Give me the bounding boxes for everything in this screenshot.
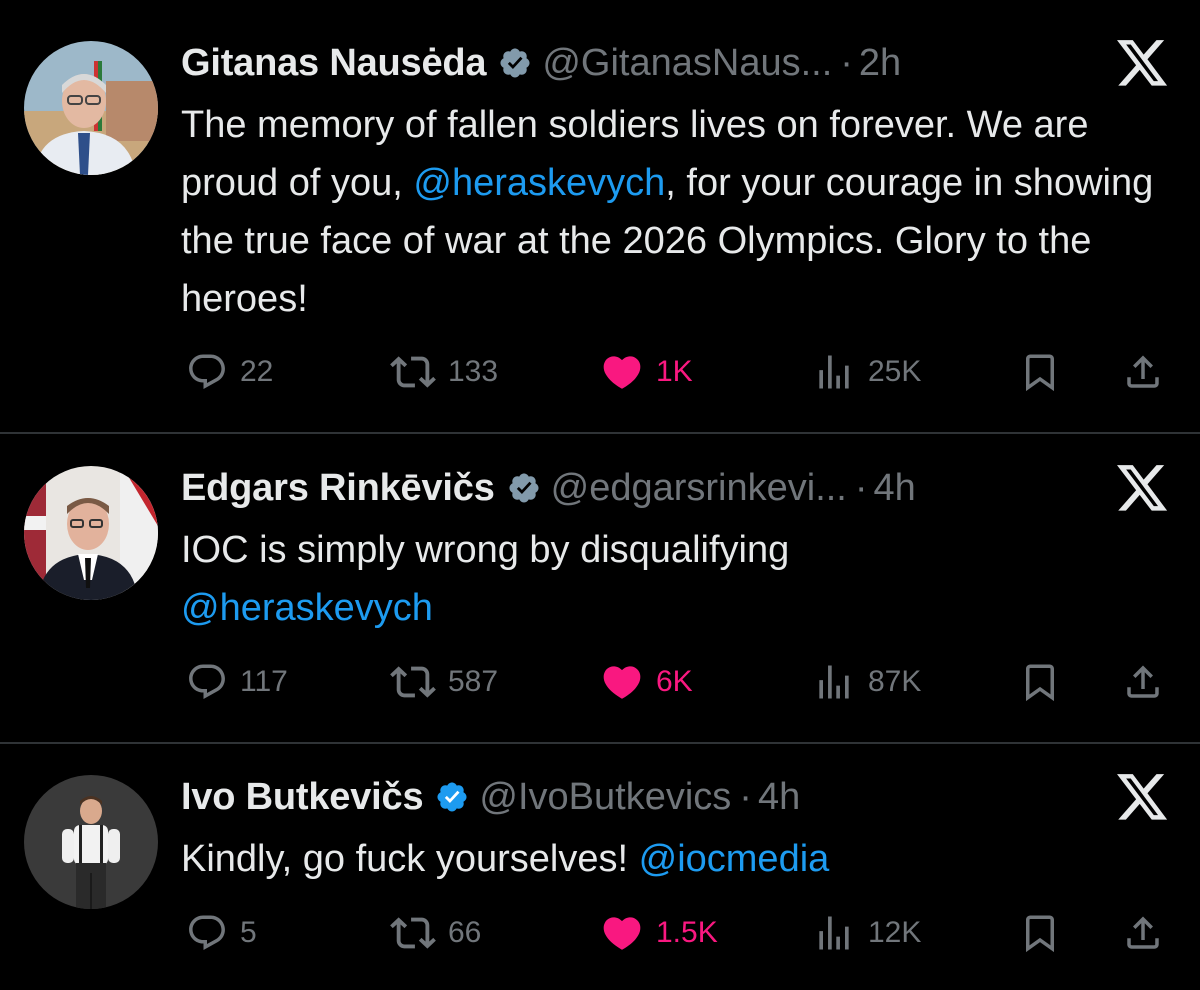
like-count: 1K xyxy=(656,355,693,388)
verified-badge-icon xyxy=(500,48,530,78)
repost-icon xyxy=(390,356,436,388)
x-logo-icon xyxy=(1117,774,1168,820)
reply-button[interactable]: 117 xyxy=(186,659,288,705)
divider xyxy=(0,432,1200,434)
tweet-text: IOC is simply wrong by disqualifying @he… xyxy=(181,521,941,637)
tweet-text-segment: IOC is simply wrong by disqualifying xyxy=(181,529,790,571)
reply-count: 5 xyxy=(240,916,257,949)
views-button[interactable]: 25K xyxy=(812,349,921,395)
reply-button[interactable]: 22 xyxy=(186,349,273,395)
separator-dot: · xyxy=(840,41,853,84)
action-bar: 117 587 6K 87K xyxy=(0,659,1200,705)
repost-button[interactable]: 66 xyxy=(390,910,481,956)
views-count: 87K xyxy=(868,665,922,698)
reply-button[interactable]: 5 xyxy=(186,910,257,956)
like-count: 1.5K xyxy=(656,916,718,949)
verified-badge-icon xyxy=(509,473,539,503)
share-icon xyxy=(1127,916,1159,949)
author-name[interactable]: Edgars Rinkēvičs xyxy=(181,467,495,510)
mention-link[interactable]: @iocmedia xyxy=(639,838,830,880)
reply-icon xyxy=(189,354,225,389)
share-icon xyxy=(1127,665,1159,698)
x-logo-icon xyxy=(1117,40,1168,86)
avatar[interactable] xyxy=(24,41,158,175)
bookmark-icon xyxy=(1026,915,1054,953)
author-name[interactable]: Gitanas Nausėda xyxy=(181,42,487,85)
separator-dot: · xyxy=(739,775,752,818)
reply-icon xyxy=(189,664,225,699)
tweet-text: Kindly, go fuck yourselves! @iocmedia xyxy=(181,830,1181,888)
repost-count: 133 xyxy=(448,355,499,388)
repost-icon xyxy=(390,917,436,949)
author-handle[interactable]: @GitanasNaus... xyxy=(542,42,832,85)
repost-count: 66 xyxy=(448,916,482,949)
bookmark-button[interactable] xyxy=(1019,659,1061,705)
share-button[interactable] xyxy=(1122,659,1164,705)
views-icon xyxy=(819,916,849,950)
mention-link[interactable]: @heraskevych xyxy=(181,587,433,629)
like-button[interactable]: 1.5K xyxy=(600,910,718,956)
tweet-text-segment: Kindly, go fuck yourselves! xyxy=(181,838,639,880)
avatar[interactable] xyxy=(24,466,158,600)
author-handle[interactable]: @edgarsrinkevi... xyxy=(551,467,847,510)
share-icon xyxy=(1127,355,1159,388)
heart-icon xyxy=(603,666,641,699)
heart-icon xyxy=(603,917,641,950)
heart-icon xyxy=(603,356,641,389)
divider xyxy=(0,742,1200,744)
bookmark-button[interactable] xyxy=(1019,910,1061,956)
views-count: 12K xyxy=(868,916,922,949)
action-bar: 5 66 1.5K 12K xyxy=(0,910,1200,956)
views-icon xyxy=(819,355,849,389)
tweet-header: Edgars Rinkēvičs @edgarsrinkevi... · 4h xyxy=(181,463,916,513)
tweet-header: Ivo Butkevičs @IvoButkevics · 4h xyxy=(181,772,800,822)
views-icon xyxy=(819,665,849,699)
views-button[interactable]: 12K xyxy=(812,910,921,956)
reply-icon xyxy=(189,915,225,950)
bookmark-icon xyxy=(1026,664,1054,702)
repost-count: 587 xyxy=(448,665,499,698)
repost-icon xyxy=(390,666,436,698)
like-button[interactable]: 1K xyxy=(600,349,693,395)
reply-count: 22 xyxy=(240,355,274,388)
action-bar: 22 133 1K 25K xyxy=(0,349,1200,395)
x-logo-icon xyxy=(1117,465,1168,511)
timestamp[interactable]: 4h xyxy=(758,776,800,819)
views-count: 25K xyxy=(868,355,922,388)
like-count: 6K xyxy=(656,665,693,698)
repost-button[interactable]: 587 xyxy=(390,659,498,705)
repost-button[interactable]: 133 xyxy=(390,349,498,395)
share-button[interactable] xyxy=(1122,910,1164,956)
views-button[interactable]: 87K xyxy=(812,659,921,705)
mention-link[interactable]: @heraskevych xyxy=(413,162,665,204)
like-button[interactable]: 6K xyxy=(600,659,693,705)
verified-badge-icon xyxy=(437,782,467,812)
timestamp[interactable]: 4h xyxy=(874,467,916,510)
author-name[interactable]: Ivo Butkevičs xyxy=(181,776,424,819)
reply-count: 117 xyxy=(240,665,288,698)
tweet-header: Gitanas Nausėda @GitanasNaus... · 2h xyxy=(181,38,901,88)
separator-dot: · xyxy=(854,466,868,509)
bookmark-icon xyxy=(1026,354,1054,392)
bookmark-button[interactable] xyxy=(1019,349,1061,395)
avatar[interactable] xyxy=(24,775,158,909)
tweet-text: The memory of fallen soldiers lives on f… xyxy=(181,96,1181,328)
author-handle[interactable]: @IvoButkevics xyxy=(479,776,731,819)
share-button[interactable] xyxy=(1122,349,1164,395)
timestamp[interactable]: 2h xyxy=(859,42,901,85)
